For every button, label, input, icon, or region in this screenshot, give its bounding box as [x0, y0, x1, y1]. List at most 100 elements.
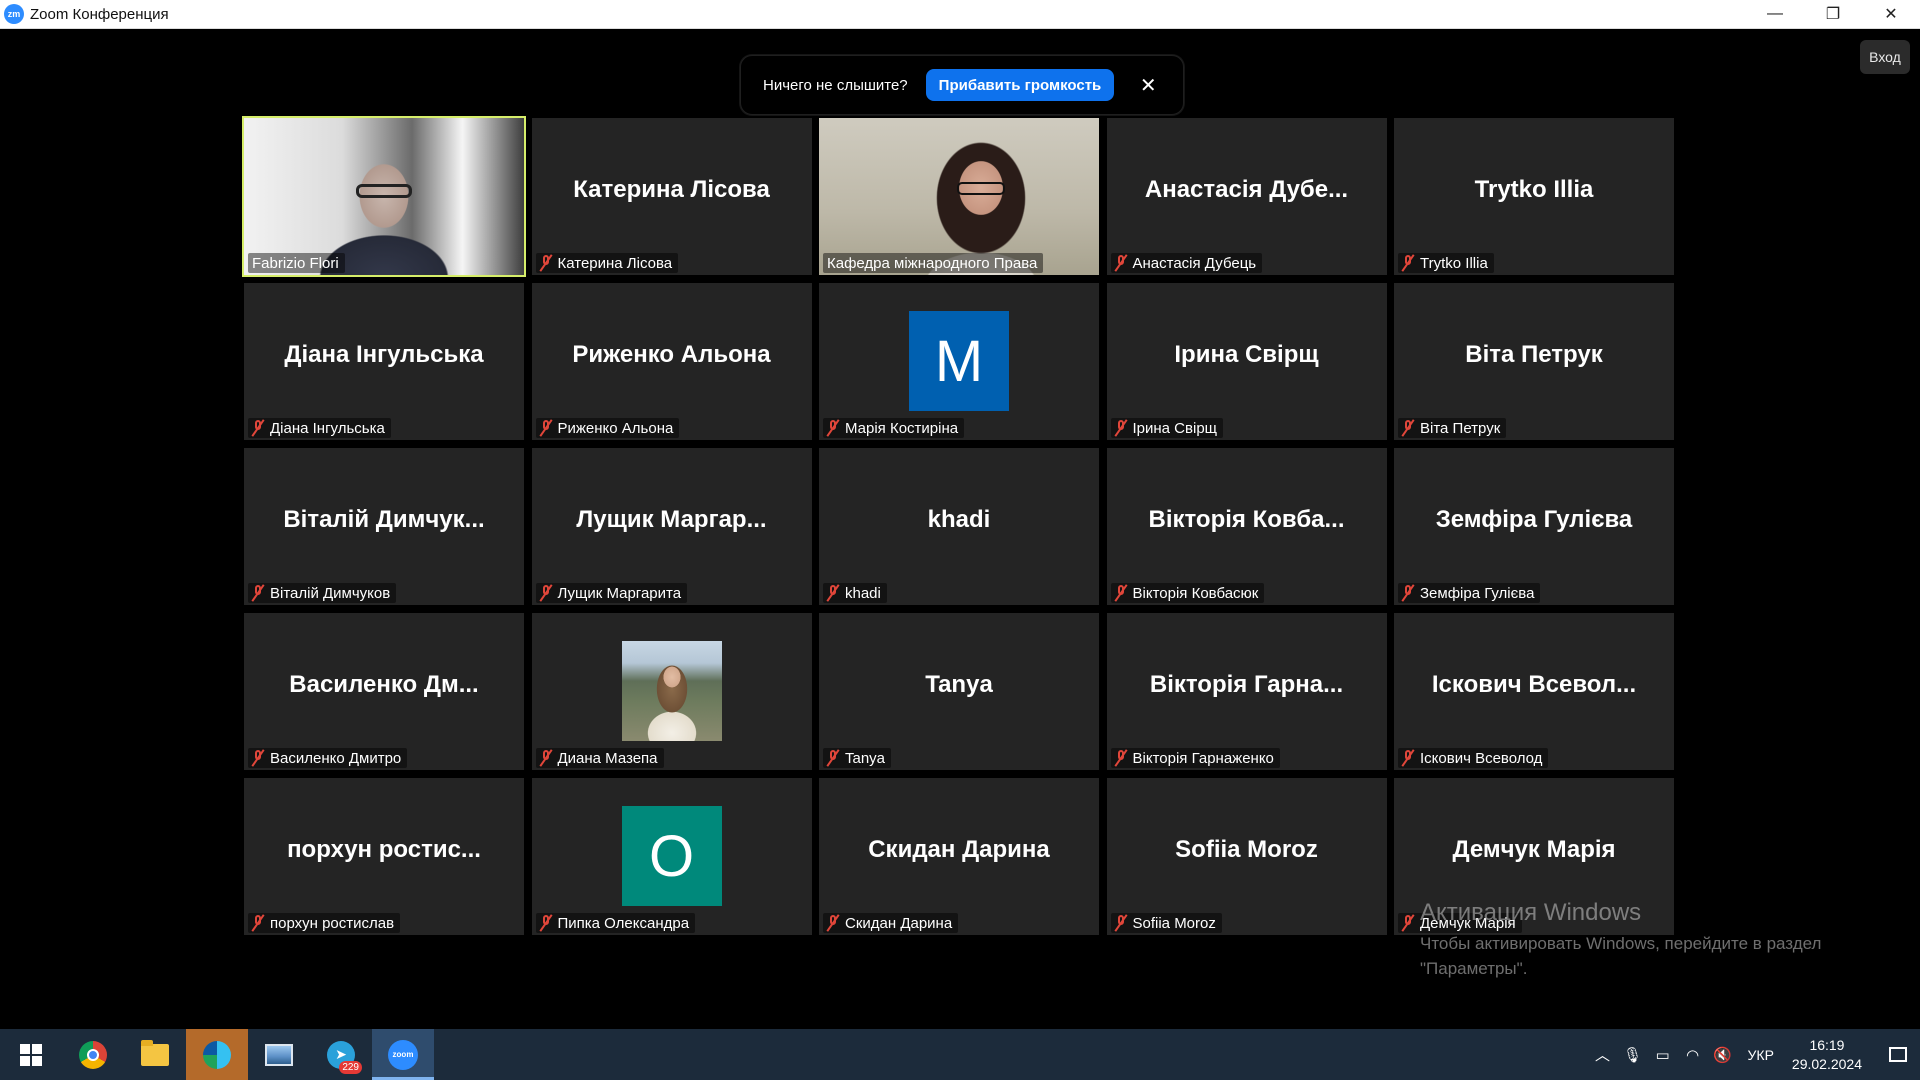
windows-logo-icon [20, 1043, 42, 1066]
participant-name: Василенко Дмитро [270, 749, 402, 767]
participant-tile[interactable]: Віталій Димчук... Віталій Димчуков [244, 448, 524, 605]
participant-name-label: Віталій Димчуков [248, 583, 397, 603]
muted-mic-icon [1402, 915, 1414, 931]
participant-display-name: Земфіра Гулієва [1435, 505, 1633, 533]
activation-text: Чтобы активировать Windows, перейдите в … [1420, 934, 1822, 978]
participant-name: Марія Костиріна [845, 419, 959, 437]
muted-mic-icon [1115, 255, 1127, 271]
taskbar-chrome[interactable] [62, 1029, 124, 1080]
muted-mic-icon [827, 750, 839, 766]
participant-name-label: Вікторія Ковбасюк [1110, 583, 1265, 603]
muted-mic-icon [540, 420, 552, 436]
start-button[interactable] [0, 1029, 62, 1080]
taskbar-telegram[interactable]: ➤ 229 [310, 1029, 372, 1080]
participant-tile[interactable]: Кафедра міжнародного Права [819, 118, 1099, 275]
muted-mic-icon [827, 915, 839, 931]
notification-icon [1889, 1047, 1907, 1062]
participant-tile[interactable]: Диана Мазепа [531, 613, 812, 770]
participant-tile[interactable]: khadi khadi [819, 448, 1099, 605]
participant-tile[interactable]: O Пипка Олександра [531, 778, 812, 935]
close-button[interactable]: ✕ [1862, 0, 1920, 28]
participant-name-label: Пипка Олександра [535, 913, 696, 933]
participant-name: Анастасія Дубець [1132, 254, 1257, 272]
participant-tile[interactable]: Анастасія Дубе... Анастасія Дубець [1106, 118, 1387, 275]
participant-name-label: Іскович Всеволод [1398, 748, 1549, 768]
participant-name-label: Земфіра Гулієва [1398, 583, 1541, 603]
wifi-icon[interactable]: ◠ [1678, 1046, 1708, 1064]
participant-tile[interactable]: Риженко Альона Риженко Альона [531, 283, 812, 440]
participant-tile[interactable]: Земфіра Гулієва Земфіра Гулієва [1394, 448, 1674, 605]
participant-name: Ірина Свірщ [1132, 419, 1218, 437]
participant-display-name: Вікторія Ковба... [1148, 505, 1345, 533]
battery-icon[interactable]: ▭ [1648, 1046, 1678, 1064]
participant-tile[interactable]: Катерина Лісова Катерина Лісова [531, 118, 812, 275]
participant-tile[interactable]: Віта Петрук Віта Петрук [1394, 283, 1674, 440]
participant-tile[interactable]: Fabrizio Flori [242, 116, 526, 277]
login-button[interactable]: Вход [1860, 40, 1910, 74]
participant-tile[interactable]: Sofiia Moroz Sofiia Moroz [1106, 778, 1387, 935]
audio-prompt-message: Ничего не слышите? [763, 76, 908, 94]
speaker-muted-icon[interactable]: 🔇 [1708, 1046, 1738, 1064]
muted-mic-icon [540, 255, 552, 271]
participant-name-label: Марія Костиріна [823, 418, 965, 438]
clock-date: 29.02.2024 [1791, 1055, 1862, 1072]
participant-display-name: khadi [927, 505, 991, 533]
participant-video [244, 118, 524, 275]
participant-name: Tanya [845, 749, 886, 767]
participant-name: Іскович Всеволод [1420, 749, 1543, 767]
muted-mic-icon [1402, 255, 1414, 271]
taskbar-zoom[interactable]: zoom [372, 1029, 434, 1080]
participant-name: Віталій Димчуков [270, 584, 391, 602]
participant-name: Sofiia Moroz [1132, 914, 1216, 932]
participant-tile[interactable]: Іскович Всевол... Іскович Всеволод [1394, 613, 1674, 770]
input-language[interactable]: УКР [1748, 1047, 1774, 1063]
clock-time: 16:19 [1809, 1036, 1845, 1053]
participant-name: Пипка Олександра [557, 914, 690, 932]
participant-display-name: Вікторія Гарна... [1149, 670, 1344, 698]
participant-name-label: khadi [823, 583, 887, 603]
participant-tile[interactable]: Tanya Tanya [819, 613, 1099, 770]
participant-tile[interactable]: Trytko Illia Trytko Illia [1394, 118, 1674, 275]
muted-mic-icon [1115, 750, 1127, 766]
participant-name: Діана Інгульська [270, 419, 385, 437]
participant-tile[interactable]: Вікторія Гарна... Вікторія Гарнаженко [1106, 613, 1387, 770]
participant-tile[interactable]: Діана Інгульська Діана Інгульська [244, 283, 524, 440]
microphone-icon[interactable]: 🎙 [1618, 1046, 1648, 1064]
participant-name-label: Анастасія Дубець [1110, 253, 1263, 273]
clock[interactable]: 16:19 29.02.2024 [1792, 1036, 1862, 1074]
participant-name: Риженко Альона [557, 419, 674, 437]
participant-name-label: Риженко Альона [535, 418, 680, 438]
participant-name: Диана Мазепа [557, 749, 658, 767]
audio-prompt-banner: Ничего не слышите? Прибавить громкость ✕ [740, 55, 1184, 115]
participant-display-name: порхун ростис... [287, 835, 481, 863]
participant-tile[interactable]: Василенко Дм... Василенко Дмитро [244, 613, 524, 770]
participant-tile[interactable]: Лущик Маргар... Лущик Маргарита [531, 448, 812, 605]
participant-name: Скидан Дарина [845, 914, 953, 932]
participant-tile[interactable]: Скидан Дарина Скидан Дарина [819, 778, 1099, 935]
muted-mic-icon [540, 750, 552, 766]
participant-tile[interactable]: Ірина Свірщ Ірина Свірщ [1106, 283, 1387, 440]
participant-display-name: Віта Петрук [1465, 340, 1603, 368]
increase-volume-button[interactable]: Прибавить громкость [925, 69, 1115, 101]
participant-display-name: Діана Інгульська [284, 340, 484, 368]
taskbar-file-explorer[interactable] [124, 1029, 186, 1080]
participant-avatar: O [621, 806, 722, 906]
notification-center-button[interactable] [1876, 1029, 1920, 1080]
taskbar-edge[interactable] [186, 1029, 248, 1080]
meeting-area: Вход Ничего не слышите? Прибавить громко… [0, 29, 1920, 1029]
participant-tile[interactable]: M Марія Костиріна [819, 283, 1099, 440]
minimize-button[interactable]: — [1746, 0, 1804, 28]
participant-profile-photo [621, 641, 722, 741]
video-detail [356, 184, 412, 198]
participant-display-name: Віталій Димчук... [283, 505, 485, 533]
restore-button[interactable]: ❐ [1804, 0, 1862, 28]
participant-name-label: Катерина Лісова [535, 253, 679, 273]
participant-tile[interactable]: Вікторія Ковба... Вікторія Ковбасюк [1106, 448, 1387, 605]
participant-name: Fabrizio Flori [252, 254, 339, 272]
participant-tile[interactable]: порхун ростис... порхун ростислав [244, 778, 524, 935]
participant-display-name: Trytko Illia [1474, 175, 1594, 203]
taskbar-photos[interactable] [248, 1029, 310, 1080]
zoom-icon: zoom [388, 1039, 418, 1070]
chevron-up-icon[interactable]: ︿ [1588, 1044, 1618, 1065]
close-banner-icon[interactable]: ✕ [1138, 73, 1158, 98]
